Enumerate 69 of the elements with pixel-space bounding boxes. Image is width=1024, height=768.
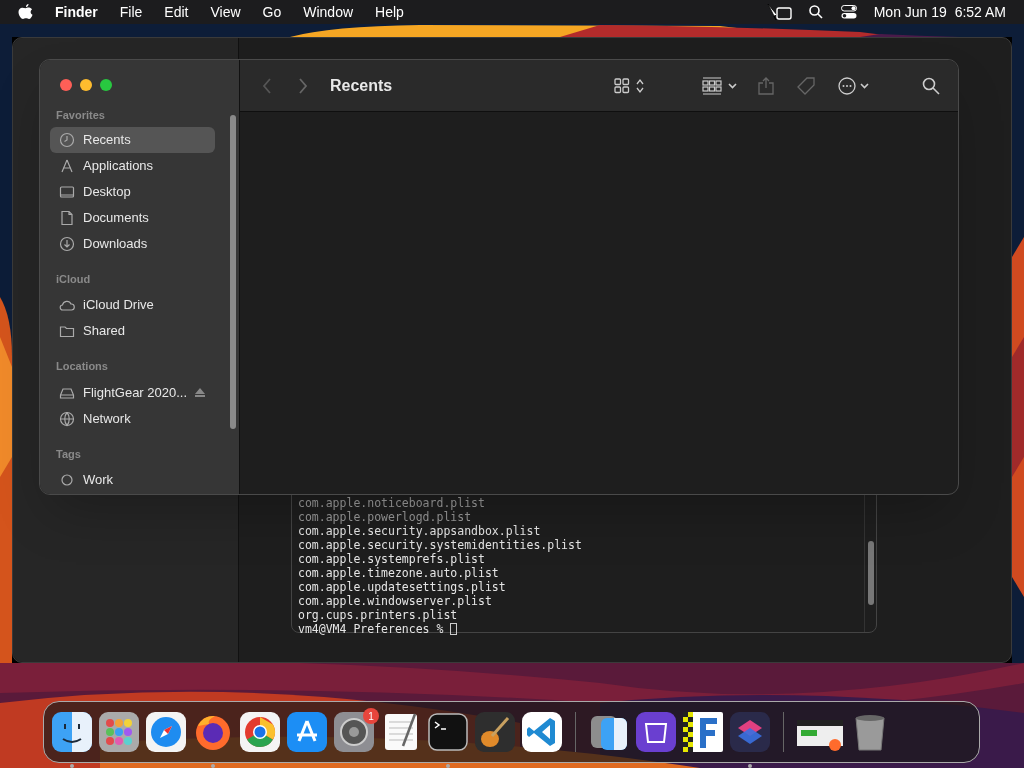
terminal-line: com.apple.updatesettings.plist <box>298 580 507 594</box>
screen-mirroring-icon[interactable] <box>766 3 793 21</box>
sidebar-item[interactable]: Applications <box>50 152 215 179</box>
scrollbar-thumb[interactable] <box>230 115 236 429</box>
sidebar-item[interactable]: Desktop <box>50 178 215 205</box>
terminal-line: com.apple.security.appsandbox.plist <box>298 524 542 538</box>
smiling-face-app-icon[interactable] <box>52 712 92 752</box>
sidebar-item[interactable]: Network <box>50 405 215 432</box>
menu-item[interactable]: Window <box>303 1 354 23</box>
sidebar-item[interactable]: FlightGear 2020... <box>50 379 215 406</box>
group-icon[interactable] <box>702 76 740 95</box>
sidebar-item[interactable]: iCloud Drive <box>50 292 215 318</box>
doc-icon <box>59 209 75 226</box>
sidebar-item[interactable]: Work <box>50 467 215 493</box>
terminal-line: com.apple.noticeboard.plist <box>298 496 486 510</box>
desktop-icon <box>59 183 75 200</box>
terminal-line: org.cups.printers.plist <box>298 608 459 622</box>
terminal-line: com.apple.security.systemidentities.plist <box>298 538 583 552</box>
menu-item[interactable]: Help <box>375 1 404 23</box>
guitar-icon[interactable] <box>475 712 515 752</box>
shared-icon <box>59 323 75 339</box>
apple-logo-icon[interactable] <box>18 3 33 21</box>
terminal-prompt: vm4@VM4 Preferences % <box>298 622 444 636</box>
sidebar-item[interactable]: Shared <box>50 318 215 344</box>
app-grid-icon[interactable] <box>99 712 139 752</box>
terminal-line: com.apple.powerlogd.plist <box>298 510 473 524</box>
sidebar-item[interactable]: Recents <box>50 126 215 153</box>
eject-icon[interactable] <box>195 388 206 397</box>
terminal-icon[interactable] <box>428 712 468 752</box>
section-header: Tags <box>55 446 82 462</box>
scrollbar-thumb[interactable] <box>868 541 874 605</box>
more-options-icon[interactable] <box>838 76 870 95</box>
control-center-icon[interactable] <box>840 5 857 19</box>
tag-icon <box>59 472 75 488</box>
icon-view-icon[interactable] <box>614 77 644 94</box>
menu-item[interactable]: File <box>119 1 143 23</box>
text-cursor <box>450 623 458 635</box>
section-header: iCloud <box>55 271 92 287</box>
app-store-icon[interactable] <box>287 712 327 752</box>
close-button[interactable] <box>60 79 72 91</box>
download-icon <box>59 235 75 252</box>
app-menu[interactable]: Finder <box>55 1 98 23</box>
globe-icon <box>59 410 75 427</box>
forward-icon[interactable] <box>298 77 308 94</box>
zoom-button[interactable] <box>100 79 112 91</box>
terminal-line: com.apple.timezone.auto.plist <box>298 566 500 580</box>
window-title: Recents <box>330 75 393 96</box>
tag-icon[interactable] <box>796 75 816 96</box>
code-editor-icon[interactable] <box>522 712 562 752</box>
search-icon[interactable] <box>808 5 823 19</box>
section-header: Favorites <box>55 108 106 123</box>
notification-badge: 1 <box>363 708 379 724</box>
browser-ring-icon[interactable] <box>240 712 280 752</box>
layered-shapes-icon[interactable] <box>730 712 770 752</box>
clock-icon <box>59 131 75 148</box>
terminal-line: com.apple.systemprefs.plist <box>298 552 486 566</box>
letter-app-icon[interactable] <box>683 712 723 752</box>
clock[interactable]: Mon Jun 19 6:52 AM <box>873 1 1006 23</box>
search-icon[interactable] <box>922 76 940 95</box>
menu-item[interactable]: Go <box>262 1 282 23</box>
sidebar-item[interactable]: Downloads <box>50 230 215 257</box>
minimize-button[interactable] <box>80 79 92 91</box>
compass-icon[interactable] <box>146 712 186 752</box>
terminal-line: com.apple.windowserver.plist <box>298 594 493 608</box>
menu-item[interactable]: Edit <box>164 1 189 23</box>
menu-item[interactable]: View <box>210 1 241 23</box>
apps-icon <box>59 157 75 174</box>
sidebar-item[interactable]: Documents <box>50 204 215 231</box>
section-header: Locations <box>55 359 109 374</box>
